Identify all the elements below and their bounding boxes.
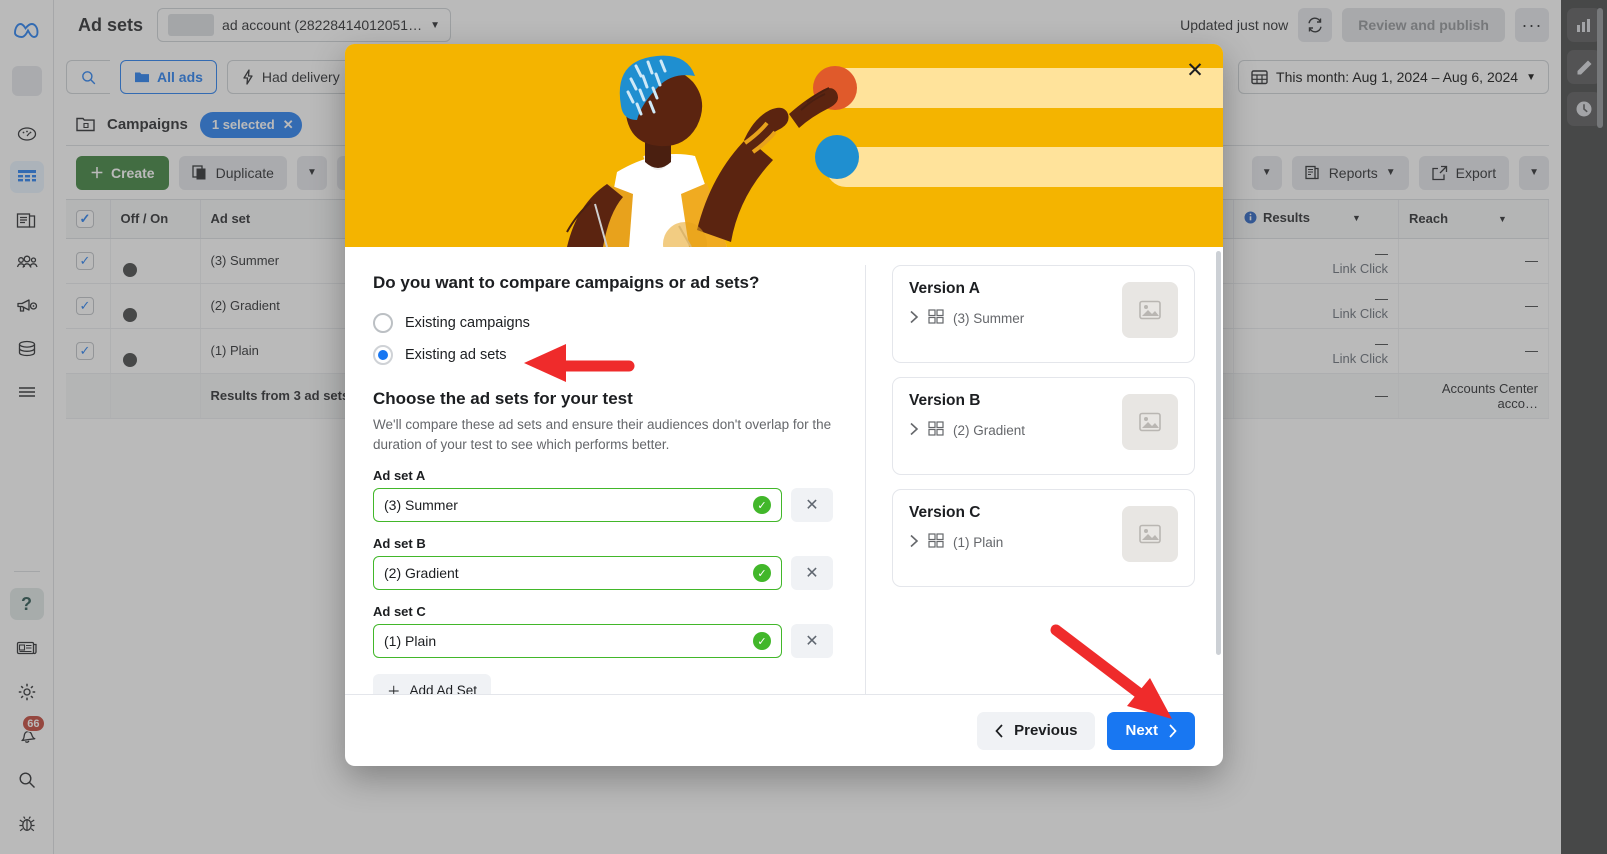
add-ad-set-label: Add Ad Set xyxy=(409,682,478,694)
modal-body: Do you want to compare campaigns or ad s… xyxy=(345,247,1223,694)
remove-ad-set-c-button[interactable]: ✕ xyxy=(791,624,833,659)
version-card-a[interactable]: Version A (3) Summer xyxy=(892,265,1195,363)
ad-set-grid-icon xyxy=(928,533,944,551)
version-card-c[interactable]: Version C (1) Plain xyxy=(892,489,1195,587)
ad-set-c-row: (1) Plain ✓ ✕ xyxy=(373,624,833,659)
check-circle-icon: ✓ xyxy=(753,564,771,583)
ad-set-a-label: Ad set A xyxy=(373,468,426,484)
ad-set-c-label: Ad set C xyxy=(373,604,426,620)
radio-label: Existing campaigns xyxy=(405,315,530,331)
ab-test-modal: ✕ Do you want to compare campaigns or ad… xyxy=(345,44,1223,766)
screen-root: ? 66 Ad sets ad account (28228414012051…… xyxy=(0,0,1607,854)
previous-button[interactable]: Previous xyxy=(977,711,1096,750)
next-button[interactable]: Next xyxy=(1107,711,1195,750)
ad-set-a-row: (3) Summer ✓ ✕ xyxy=(373,488,833,523)
plus-icon: ＋ xyxy=(387,684,401,694)
radio-button[interactable] xyxy=(373,313,393,333)
version-a-thumbnail xyxy=(1122,282,1178,338)
next-label: Next xyxy=(1125,722,1158,739)
radio-existing-campaigns[interactable]: Existing campaigns xyxy=(373,307,833,339)
modal-scrollbar[interactable] xyxy=(1216,251,1221,655)
remove-ad-set-b-button[interactable]: ✕ xyxy=(791,556,833,591)
ad-set-b-row: (2) Gradient ✓ ✕ xyxy=(373,556,833,591)
ad-set-grid-icon xyxy=(928,421,944,439)
ad-set-b-value: (2) Gradient xyxy=(384,565,459,582)
ad-set-a-input[interactable]: (3) Summer ✓ xyxy=(373,488,782,523)
version-c-item: (1) Plain xyxy=(953,534,1004,550)
ad-set-grid-icon xyxy=(928,309,944,327)
modal-right-column: Version A (3) Summer Version B (2) Gradi… xyxy=(866,247,1223,694)
chevron-right-icon[interactable] xyxy=(909,310,919,327)
close-icon[interactable]: ✕ xyxy=(1181,56,1209,84)
ad-set-c-input[interactable]: (1) Plain ✓ xyxy=(373,624,782,659)
chevron-right-icon[interactable] xyxy=(909,534,919,551)
question-title: Do you want to compare campaigns or ad s… xyxy=(373,273,760,292)
radio-existing-ad-sets[interactable]: Existing ad sets xyxy=(373,339,833,371)
section-title: Choose the ad sets for your test xyxy=(373,389,633,408)
version-card-b[interactable]: Version B (2) Gradient xyxy=(892,377,1195,475)
chevron-left-icon xyxy=(995,723,1003,738)
modal-hero-illustration: ✕ xyxy=(345,44,1223,247)
check-circle-icon: ✓ xyxy=(753,496,771,515)
ad-set-b-label: Ad set B xyxy=(373,536,426,552)
version-b-thumbnail xyxy=(1122,394,1178,450)
previous-label: Previous xyxy=(1014,722,1078,739)
radio-label: Existing ad sets xyxy=(405,347,507,363)
radio-button-selected[interactable] xyxy=(373,345,393,365)
add-ad-set-button[interactable]: ＋ Add Ad Set xyxy=(373,674,492,694)
ad-set-a-value: (3) Summer xyxy=(384,497,458,514)
modal-footer: Previous Next xyxy=(345,694,1223,766)
person-pointing-illustration xyxy=(345,44,1223,247)
version-b-item: (2) Gradient xyxy=(953,422,1026,438)
check-circle-icon: ✓ xyxy=(753,632,771,651)
section-description: We'll compare these ad sets and ensure t… xyxy=(373,417,832,452)
ad-set-c-value: (1) Plain xyxy=(384,633,437,650)
remove-ad-set-a-button[interactable]: ✕ xyxy=(791,488,833,523)
chevron-right-icon[interactable] xyxy=(909,422,919,439)
ad-set-b-input[interactable]: (2) Gradient ✓ xyxy=(373,556,782,591)
modal-left-column: Do you want to compare campaigns or ad s… xyxy=(345,247,865,694)
chevron-right-icon xyxy=(1169,723,1177,738)
version-c-thumbnail xyxy=(1122,506,1178,562)
version-a-item: (3) Summer xyxy=(953,310,1025,326)
